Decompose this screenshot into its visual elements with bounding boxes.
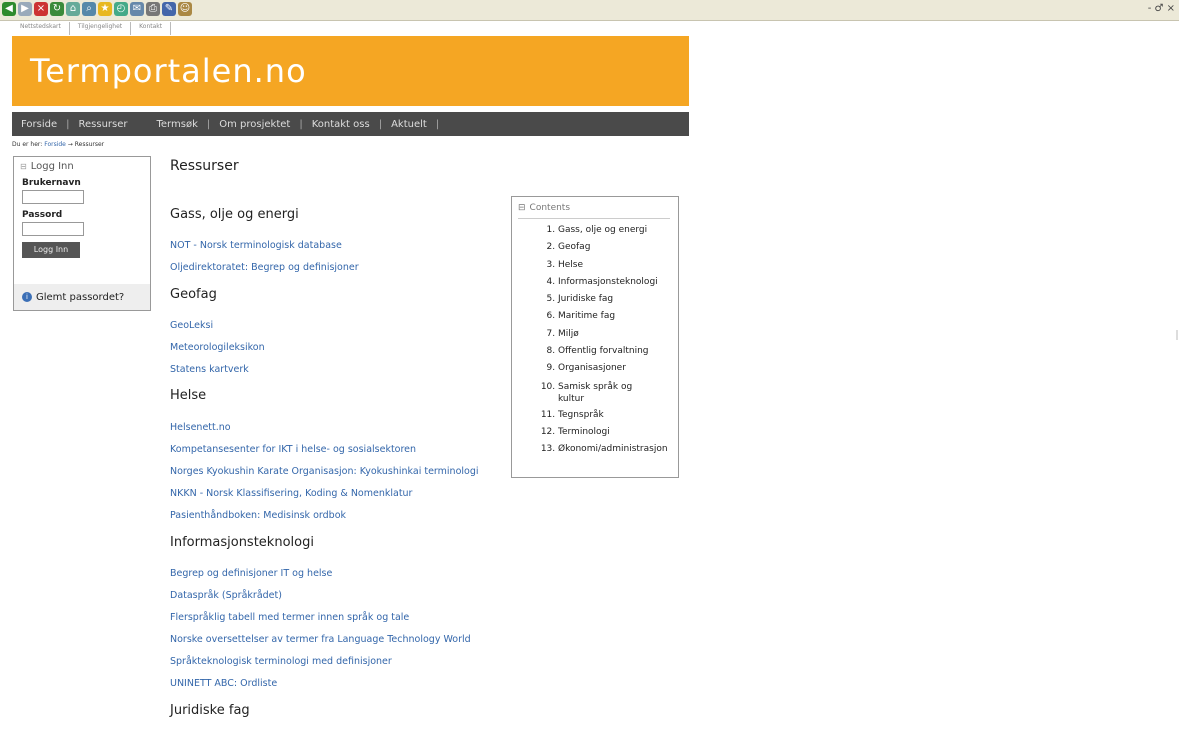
toc-item[interactable]: Økonomi/administrasjon: [558, 441, 678, 458]
resource-link[interactable]: Pasienthåndboken: Medisinsk ordbok: [170, 510, 346, 521]
resource-link[interactable]: UNINETT ABC: Ordliste: [170, 678, 277, 689]
section-title: Helse: [170, 388, 207, 403]
section-title: Geofag: [170, 287, 217, 302]
login-title: Logg Inn: [30, 161, 74, 172]
breadcrumb-arrow: →: [67, 141, 73, 148]
info-icon: i: [22, 292, 32, 302]
toc-item[interactable]: Maritime fag: [558, 308, 678, 325]
login-button[interactable]: Logg Inn: [22, 242, 80, 258]
edit-icon[interactable]: ✎: [162, 2, 176, 16]
toc-item[interactable]: Miljø: [558, 326, 678, 343]
breadcrumb: Du er her: Forside → Ressurser: [12, 141, 104, 148]
password-field[interactable]: [22, 222, 84, 236]
util-link-accessibility[interactable]: Tilgjengelighet: [70, 22, 132, 35]
history-icon[interactable]: ◴: [114, 2, 128, 16]
toc-item[interactable]: Offentlig forvaltning: [558, 343, 678, 360]
scrollbar[interactable]: [1176, 330, 1178, 340]
stop-icon[interactable]: ×: [34, 2, 48, 16]
home-icon[interactable]: ⌂: [66, 2, 80, 16]
toc-list: Gass, olje og energi Geofag Helse Inform…: [512, 222, 678, 459]
main-content: Ressurser Gass, olje og energi NOT - Nor…: [170, 158, 510, 718]
toc-item[interactable]: Terminologi: [558, 424, 678, 441]
resource-link[interactable]: Statens kartverk: [170, 364, 249, 375]
site-banner: Termportalen.no: [12, 36, 689, 106]
toc-title: Contents: [529, 203, 571, 213]
resource-link[interactable]: GeoLeksi: [170, 320, 213, 331]
toc-item[interactable]: Tegnspråk: [558, 407, 678, 424]
toc-header[interactable]: ⊟ Contents: [512, 197, 678, 213]
username-label: Brukernavn: [22, 178, 81, 188]
forward-icon[interactable]: ▶: [18, 2, 32, 16]
toc-item[interactable]: Informasjonsteknologi: [558, 274, 678, 291]
search-icon[interactable]: ⌕: [82, 2, 96, 16]
resource-link[interactable]: Flerspråklig tabell med termer innen spr…: [170, 612, 409, 623]
login-box: ⊟ Logg Inn Brukernavn Passord Logg Inn i…: [13, 156, 151, 311]
nav-om-prosjektet[interactable]: Om prosjektet: [210, 119, 299, 130]
resource-link[interactable]: Norges Kyokushin Karate Organisasjon: Ky…: [170, 466, 479, 477]
toc-item[interactable]: Geofag: [558, 239, 678, 256]
nav-termsok[interactable]: Termsøk: [137, 119, 207, 130]
forgot-password-label: Glemt passordet?: [36, 291, 125, 303]
util-link-sitemap[interactable]: Nettstedskart: [12, 22, 70, 35]
resource-link[interactable]: Norske oversettelser av termer fra Langu…: [170, 634, 471, 645]
print-icon[interactable]: ⎙: [146, 2, 160, 16]
browser-toolbar: ◀ ▶ × ↻ ⌂ ⌕ ★ ◴ ✉ ⎙ ✎ ☺ - ♂ ×: [0, 0, 1179, 21]
login-header[interactable]: ⊟ Logg Inn: [14, 157, 150, 176]
toc-divider: [518, 218, 670, 219]
mail-icon[interactable]: ✉: [130, 2, 144, 16]
page-title: Ressurser: [170, 158, 239, 174]
resource-link[interactable]: Dataspråk (Språkrådet): [170, 590, 282, 601]
messenger-icon[interactable]: ☺: [178, 2, 192, 16]
resource-link[interactable]: Begrep og definisjoner IT og helse: [170, 568, 332, 579]
refresh-icon[interactable]: ↻: [50, 2, 64, 16]
resource-link[interactable]: Helsenett.no: [170, 422, 231, 433]
section-title: Gass, olje og energi: [170, 207, 299, 222]
resource-link[interactable]: NOT - Norsk terminologisk database: [170, 240, 342, 251]
section-title: Juridiske fag: [170, 703, 250, 718]
collapse-icon[interactable]: ⊟: [518, 203, 526, 213]
breadcrumb-prefix: Du er her:: [12, 141, 43, 148]
resource-link[interactable]: NKKN - Norsk Klassifisering, Koding & No…: [170, 488, 412, 499]
breadcrumb-home-link[interactable]: Forside: [44, 141, 66, 148]
toc-item[interactable]: Helse: [558, 257, 678, 274]
section-title: Informasjonsteknologi: [170, 535, 314, 550]
window-controls[interactable]: - ♂ ×: [1148, 3, 1175, 14]
table-of-contents: ⊟ Contents Gass, olje og energi Geofag H…: [511, 196, 679, 478]
nav-ressurser[interactable]: Ressurser: [70, 119, 137, 130]
toc-item[interactable]: Organisasjoner: [558, 360, 678, 377]
password-label: Passord: [22, 210, 63, 220]
forgot-password-link[interactable]: i Glemt passordet?: [14, 284, 150, 310]
back-icon[interactable]: ◀: [2, 2, 16, 16]
toolbar-icons: ◀ ▶ × ↻ ⌂ ⌕ ★ ◴ ✉ ⎙ ✎ ☺: [2, 2, 192, 16]
utility-links: Nettstedskart Tilgjengelighet Kontakt: [12, 22, 172, 35]
resource-link[interactable]: Meteorologileksikon: [170, 342, 265, 353]
toc-item[interactable]: Samisk språk og kultur: [558, 378, 648, 407]
collapse-icon[interactable]: ⊟: [20, 162, 27, 171]
toc-item[interactable]: Gass, olje og energi: [558, 222, 678, 239]
toc-item[interactable]: Juridiske fag: [558, 291, 678, 308]
username-field[interactable]: [22, 190, 84, 204]
resource-link[interactable]: Oljedirektoratet: Begrep og definisjoner: [170, 262, 359, 273]
nav-forside[interactable]: Forside: [12, 119, 66, 130]
main-nav: Forside | Ressurser Termsøk | Om prosjekte…: [12, 112, 689, 136]
breadcrumb-current: Ressurser: [74, 141, 105, 148]
nav-aktuelt[interactable]: Aktuelt: [382, 119, 436, 130]
resource-link[interactable]: Kompetansesenter for IKT i helse- og sos…: [170, 444, 416, 455]
site-title[interactable]: Termportalen.no: [30, 52, 307, 90]
util-link-contact[interactable]: Kontakt: [131, 22, 172, 35]
nav-kontakt-oss[interactable]: Kontakt oss: [303, 119, 379, 130]
resource-link[interactable]: Språkteknologisk terminologi med definis…: [170, 656, 392, 667]
favorites-icon[interactable]: ★: [98, 2, 112, 16]
